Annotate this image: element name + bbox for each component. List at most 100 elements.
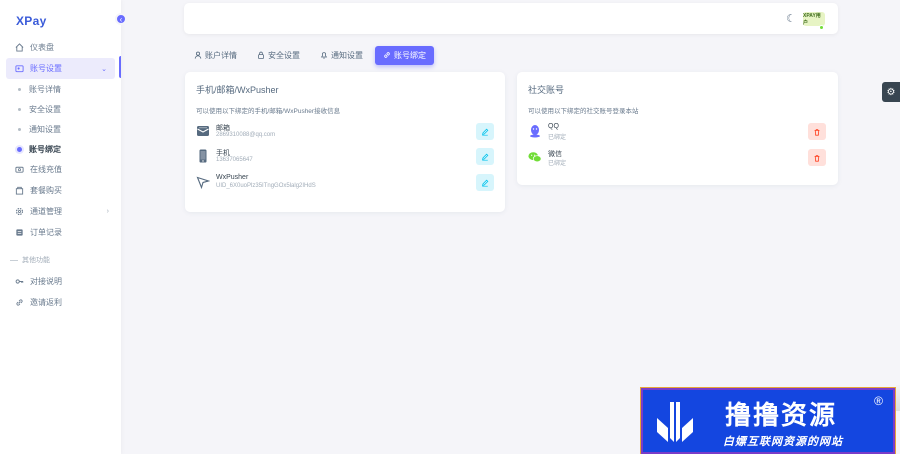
sidebar-subitem-label: 安全设置 (29, 104, 61, 114)
top-navbar: ☾ XPAY用户 (184, 3, 838, 34)
tab-label: 安全设置 (268, 51, 300, 60)
sidebar-toggle-button[interactable]: ‹ (115, 13, 127, 25)
sidebar-item-referral[interactable]: 邀请返利 (0, 292, 121, 313)
sidebar-item-dashboard[interactable]: 仪表盘 (0, 37, 121, 58)
section-divider (10, 259, 18, 261)
tab-notifications[interactable]: 通知设置 (312, 46, 371, 65)
qq-icon (528, 124, 542, 138)
edit-icon (482, 153, 489, 161)
watermark-banner: 撸撸资源 ® 白嫖互联网资源的网站 (640, 387, 896, 454)
tab-label: 账户详情 (205, 51, 237, 60)
theme-customizer-gear-icon[interactable]: ⚙ (882, 82, 900, 102)
sidebar-subitem-security[interactable]: 安全设置 (0, 99, 121, 119)
active-indicator (119, 56, 121, 78)
bullet-icon (18, 107, 21, 111)
sidebar-item-label: 套餐购买 (30, 186, 62, 195)
sidebar-item-channels[interactable]: 通道管理 › (0, 201, 121, 222)
card-title: 社交账号 (528, 85, 565, 95)
lock-icon (257, 51, 265, 61)
tab-account-binding[interactable]: 账号绑定 (375, 46, 434, 65)
sidebar-item-label: 账号设置 (30, 64, 62, 73)
sidebar: XPay 仪表盘 账号设置 ⌄ 账号详情 安全设置 通知设置 账号绑定 在线充值… (0, 0, 121, 454)
key-icon (14, 277, 24, 287)
trash-icon (814, 154, 820, 162)
bullet-icon (17, 146, 22, 152)
binding-value: 13637065647 (216, 157, 253, 163)
sidebar-subitem-label: 账号绑定 (29, 144, 61, 154)
sidebar-item-label: 仪表盘 (30, 43, 54, 52)
tab-account-details[interactable]: 账户详情 (186, 46, 245, 65)
user-icon (194, 51, 202, 61)
sidebar-item-account-settings[interactable]: 账号设置 ⌄ (6, 58, 115, 79)
wallet-icon (14, 165, 24, 175)
tab-label: 账号绑定 (394, 51, 426, 60)
bullet-icon (18, 127, 21, 131)
binding-status: 已绑定 (548, 135, 567, 141)
settings-tabs: 账户详情 安全设置 通知设置 账号绑定 (186, 46, 434, 65)
binding-status: 已绑定 (548, 161, 567, 167)
bell-icon (320, 51, 328, 61)
chevron-down-icon: ⌄ (101, 65, 107, 73)
unbind-qq-button[interactable] (808, 123, 826, 140)
sidebar-item-recharge[interactable]: 在线充值 (0, 159, 121, 180)
package-icon (14, 186, 24, 196)
unbind-wechat-button[interactable] (808, 149, 826, 166)
edit-icon (482, 128, 489, 136)
sidebar-item-label: 在线充值 (30, 165, 62, 174)
user-card-icon (14, 64, 24, 74)
binding-title: WxPusher (216, 174, 249, 181)
sidebar-item-orders[interactable]: 订单记录 (0, 222, 121, 243)
avatar[interactable]: XPAY用户 (803, 12, 825, 26)
edit-wxpusher-button[interactable] (476, 174, 494, 191)
section-header-label: 其他功能 (22, 257, 50, 264)
binding-row-qq: QQ 已绑定 (528, 122, 826, 144)
trash-icon (814, 128, 820, 136)
contact-binding-card: 手机/邮箱/WxPusher 可以使用以下绑定的手机/邮箱/WxPusher接收… (185, 72, 505, 212)
link-icon (14, 298, 24, 308)
mail-icon (196, 124, 210, 138)
gear-icon (14, 207, 24, 217)
edit-phone-button[interactable] (476, 148, 494, 165)
sidebar-menu: 仪表盘 账号设置 ⌄ 账号详情 安全设置 通知设置 账号绑定 在线充值 套餐购买… (0, 37, 121, 313)
binding-row-email: 邮箱 2869310088@qq.com (196, 122, 494, 144)
social-account-card: 社交账号 可以使用以下绑定的社交账号登录本站 QQ 已绑定 微信 已绑定 (517, 72, 838, 185)
binding-value: 2869310088@qq.com (216, 132, 276, 138)
binding-row-phone: 手机 13637065647 (196, 147, 494, 169)
sidebar-item-label: 邀请返利 (30, 298, 62, 307)
sidebar-item-label: 订单记录 (30, 228, 62, 237)
sidebar-item-label: 通道管理 (30, 207, 62, 216)
binding-title: QQ (548, 123, 559, 130)
sidebar-subitem-notifications[interactable]: 通知设置 (0, 119, 121, 139)
link-icon (383, 51, 391, 61)
theme-toggle-moon-icon[interactable]: ☾ (786, 12, 796, 25)
sidebar-item-packages[interactable]: 套餐购买 (0, 180, 121, 201)
binding-row-wxpusher: WxPusher UID_6X0uoPlz35ITngGOx5lalg2IHdS (196, 173, 494, 195)
edit-email-button[interactable] (476, 123, 494, 140)
watermark-logo (657, 402, 693, 442)
watermark-title: 撸撸资源 (725, 401, 838, 431)
wechat-icon (528, 150, 542, 164)
scroll-edge (896, 385, 900, 411)
card-description: 可以使用以下绑定的手机/邮箱/WxPusher接收信息 (196, 108, 341, 115)
watermark-subtitle: 白嫖互联网资源的网站 (723, 436, 843, 448)
binding-row-wechat: 微信 已绑定 (528, 148, 826, 170)
sidebar-subitem-account-binding[interactable]: 账号绑定 (0, 139, 121, 159)
app-logo[interactable]: XPay (16, 8, 47, 34)
card-description: 可以使用以下绑定的社交账号登录本站 (528, 108, 639, 115)
sidebar-item-api-docs[interactable]: 对接说明 (0, 271, 121, 292)
wxpusher-icon (196, 175, 210, 189)
card-title: 手机/邮箱/WxPusher (196, 85, 279, 95)
sidebar-subitem-label: 账号详情 (29, 84, 61, 94)
binding-value: UID_6X0uoPlz35ITngGOx5lalg2IHdS (216, 183, 316, 189)
phone-icon (196, 149, 210, 163)
chevron-right-icon: › (106, 208, 109, 215)
sidebar-subitem-label: 通知设置 (29, 124, 61, 134)
edit-icon (482, 179, 489, 187)
home-icon (14, 43, 24, 53)
tab-label: 通知设置 (331, 51, 363, 60)
tab-security[interactable]: 安全设置 (249, 46, 308, 65)
sidebar-item-label: 对接说明 (30, 277, 62, 286)
receipt-icon (14, 228, 24, 238)
sidebar-section-header: 其他功能 (0, 249, 121, 271)
sidebar-subitem-account-details[interactable]: 账号详情 (0, 79, 121, 99)
